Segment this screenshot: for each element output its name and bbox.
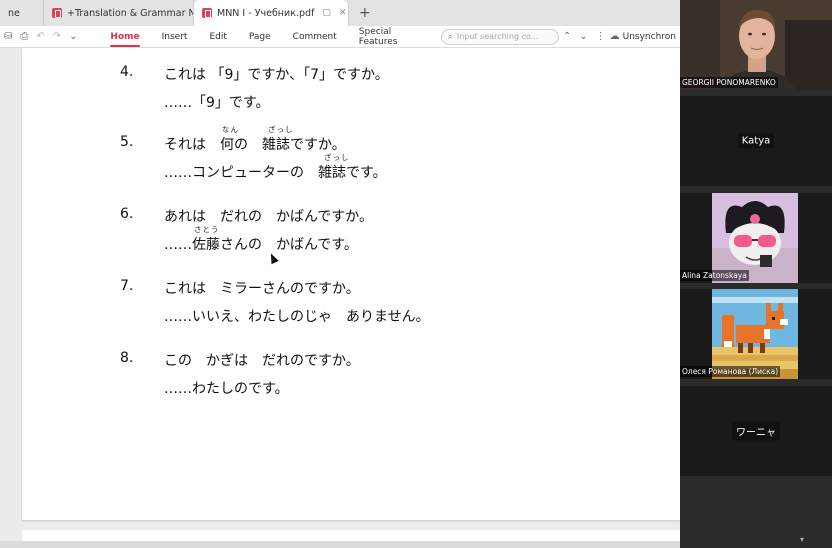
participant-name: Олеся Романова (Лиска) bbox=[680, 366, 781, 377]
question-line: この かぎは だれのですか。 bbox=[164, 353, 360, 369]
undo-icon[interactable]: ↶ bbox=[36, 31, 44, 42]
menu-insert[interactable]: Insert bbox=[151, 26, 199, 48]
panel-scroll-down-icon[interactable]: ▾ bbox=[800, 535, 804, 544]
tab-bar: ne +Translation & Grammar Notes I MNN I … bbox=[0, 0, 680, 26]
ribbon-toolbar: ⛁ ⎙ ↶ ↷ ⌄ Home Insert Edit Page Comment … bbox=[0, 26, 680, 48]
question-number: 6. bbox=[120, 206, 134, 222]
menu-page[interactable]: Page bbox=[238, 26, 282, 48]
chevron-down-icon[interactable]: ⌄ bbox=[69, 31, 77, 42]
status-bar bbox=[0, 541, 680, 548]
question-line: あれは だれの かばんですか。 bbox=[164, 209, 374, 225]
search-input[interactable] bbox=[456, 32, 552, 41]
participant-tile-olesya[interactable]: Олеся Романова (Лиска) bbox=[680, 289, 832, 379]
pdf-file-icon bbox=[52, 8, 62, 18]
participant-tile-vanya[interactable]: ワーニャ bbox=[680, 386, 832, 476]
participant-name: Katya bbox=[737, 133, 775, 149]
print-icon[interactable]: ⎙ bbox=[20, 31, 28, 42]
more-options-icon[interactable]: ⋮ bbox=[596, 31, 606, 42]
tab-translation-notes[interactable]: +Translation & Grammar Notes I bbox=[44, 0, 194, 26]
question-line: これは 「9」ですか、「7」ですか。 bbox=[164, 67, 389, 83]
pdf-page[interactable]: 4. これは 「9」ですか、「7」ですか。 ……「9」です。 なん ざっし ざっ… bbox=[22, 48, 680, 520]
participant-name: ワーニャ bbox=[732, 421, 780, 441]
participant-tile-katya[interactable]: Katya bbox=[680, 96, 832, 186]
tab-label: ne bbox=[8, 7, 20, 19]
close-tab-icon[interactable]: ✕ bbox=[339, 8, 347, 18]
answer-line: ……「9」です。 bbox=[164, 95, 270, 111]
tab-label: MNN I - Учебник.pdf bbox=[217, 7, 315, 19]
search-box[interactable]: ⌕ bbox=[440, 28, 559, 45]
answer-line: ……コンピューターの 雑誌です。 bbox=[164, 165, 387, 181]
answer-line: ……佐藤さんの かばんです。 bbox=[164, 237, 358, 253]
new-tab-button[interactable]: + bbox=[349, 0, 381, 26]
pdf-reader-window: ne +Translation & Grammar Notes I MNN I … bbox=[0, 0, 680, 548]
sync-status[interactable]: ☁ Unsynchron bbox=[610, 31, 680, 42]
window-restore-icon[interactable]: ▢ bbox=[322, 8, 331, 18]
redo-icon[interactable]: ↷ bbox=[53, 31, 61, 42]
cloud-sync-icon: ☁ bbox=[609, 31, 620, 42]
arrow-up-icon[interactable]: ⌃ bbox=[563, 31, 571, 42]
menu-edit[interactable]: Edit bbox=[198, 26, 237, 48]
question-number: 4. bbox=[120, 64, 134, 80]
tab-label: +Translation & Grammar Notes I bbox=[67, 7, 193, 19]
tab-home-partial[interactable]: ne bbox=[0, 0, 44, 26]
question-number: 5. bbox=[120, 134, 134, 150]
question-number: 7. bbox=[120, 278, 134, 294]
menu-special-features[interactable]: Special Features bbox=[348, 26, 425, 48]
folder-icon[interactable]: ⛁ bbox=[4, 31, 12, 42]
participant-name: Alina Zatonskaya bbox=[680, 270, 749, 281]
participant-tile-alina[interactable]: Alina Zatonskaya bbox=[680, 193, 832, 283]
answer-line: ……わたしのです。 bbox=[164, 381, 289, 397]
question-number: 8. bbox=[120, 350, 134, 366]
question-line: これは ミラーさんのですか。 bbox=[164, 281, 360, 297]
search-icon: ⌕ bbox=[447, 31, 453, 42]
menu-home[interactable]: Home bbox=[99, 26, 150, 48]
tab-mnn-textbook[interactable]: MNN I - Учебник.pdf ▢ ✕ bbox=[194, 0, 349, 26]
participant-tile-georgii[interactable]: GEORGII PONOMARENKO bbox=[680, 0, 832, 90]
answer-line: ……いいえ、わたしのじゃ ありません。 bbox=[164, 309, 430, 325]
arrow-down-icon[interactable]: ⌄ bbox=[579, 31, 587, 42]
sync-label: Unsynchron bbox=[622, 31, 676, 42]
pdf-file-icon bbox=[202, 8, 212, 18]
menu-comment[interactable]: Comment bbox=[282, 26, 348, 48]
video-participants-panel: GEORGII PONOMARENKO Katya Alina Zatonska… bbox=[680, 0, 832, 548]
participant-name: GEORGII PONOMARENKO bbox=[680, 77, 778, 88]
question-line: それは 何の 雑誌ですか。 bbox=[164, 137, 346, 153]
